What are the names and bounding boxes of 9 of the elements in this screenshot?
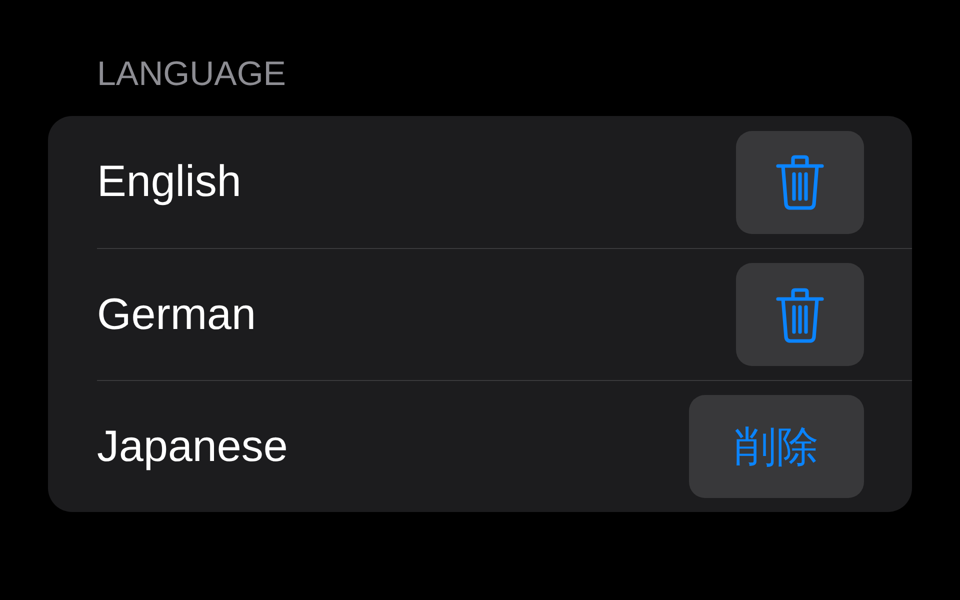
section-header: LANGUAGE (97, 54, 287, 95)
trash-icon (775, 154, 825, 210)
delete-button[interactable] (736, 130, 864, 234)
language-name: English (97, 157, 242, 207)
language-name: Japanese (97, 422, 288, 472)
language-name: German (97, 290, 256, 340)
delete-button[interactable] (736, 263, 864, 366)
trash-icon (775, 286, 825, 342)
delete-button[interactable]: 削除 (689, 395, 864, 498)
